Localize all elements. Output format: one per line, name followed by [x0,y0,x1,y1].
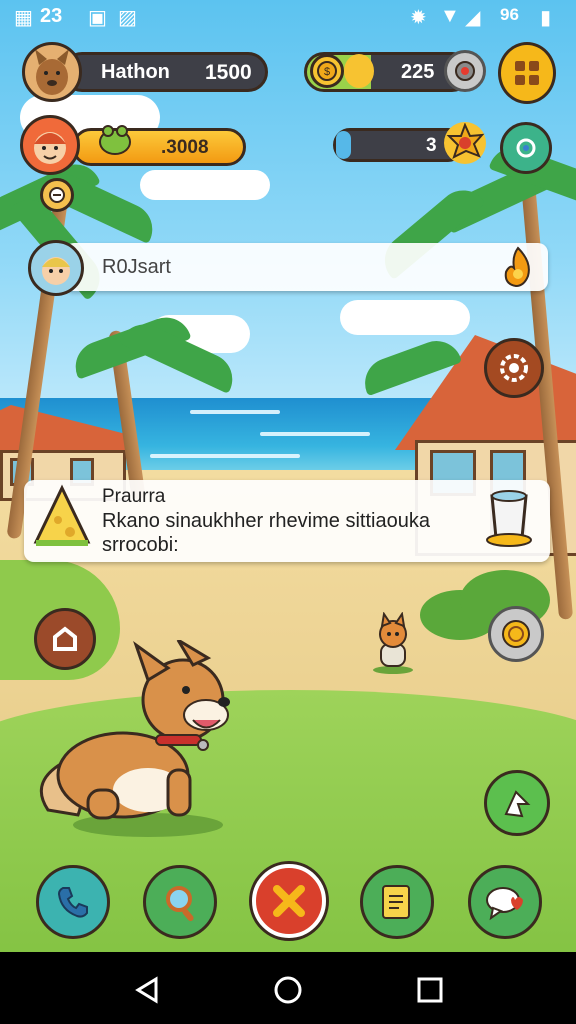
image-icon: ▨ [118,7,137,29]
signal-icon: ◢ [465,7,481,29]
sim-icon: ▦ [14,7,33,29]
notification-banner[interactable]: R0Jsart [64,243,548,291]
battery-icon: ▮ [540,7,552,29]
compass-icon[interactable] [40,178,74,212]
fox-character[interactable] [368,612,418,674]
progress-value: 3 [426,135,437,156]
cheese-icon [32,484,94,550]
gallery-icon: ▣ [88,7,107,29]
wifi-icon: ▼ [440,5,460,27]
gold-coin-button[interactable] [488,606,544,662]
recents-icon[interactable] [416,976,444,1004]
home-map-button[interactable] [34,608,96,670]
search-button[interactable] [143,865,217,939]
status-bar: ▦ 23 ▣ ▨ ✹ ▼ ◢ 96 ▮ [0,0,576,32]
player-score: 1500 [205,61,252,84]
dialog-line-2: srrocobi: [102,534,179,556]
notification-text: R0Jsart [102,256,171,278]
notification-avatar [28,240,84,296]
menu-grid-button[interactable] [498,42,556,104]
frog-icon [96,120,134,158]
share-button[interactable] [484,770,550,836]
dialog-box: Praurra Rkano sinaukhher rhevime sittiao… [24,480,550,562]
back-icon[interactable] [134,976,162,1004]
coin-stack-icon [344,54,374,88]
sun-badge-icon [444,122,486,164]
notes-button[interactable] [360,865,434,939]
battery-percent: 96 [500,5,519,24]
home-icon[interactable] [272,974,304,1006]
close-button[interactable] [252,864,326,938]
currency-amount: 225 [401,61,435,83]
player-panel: Hathon 1500 [62,52,268,92]
dog-pet[interactable] [28,640,238,840]
coin-icon: $ [310,54,344,88]
gear-badge-icon[interactable] [444,50,486,92]
companion-amount: .3008 [161,137,209,158]
settings-status-icon: ✹ [410,7,427,29]
status-time: 23 [40,5,63,27]
cup-icon[interactable] [480,488,536,550]
svg-text:$: $ [324,66,330,78]
companion-avatar[interactable] [20,115,80,175]
chat-button[interactable] [468,865,542,939]
system-nav-bar [0,952,576,1024]
player-name: Hathon [101,61,170,83]
progress-fill [336,131,352,159]
refresh-button[interactable] [500,122,552,174]
settings-gear-button[interactable] [484,338,544,398]
fire-icon [498,246,538,288]
cloud [140,170,270,200]
player-avatar[interactable] [22,42,82,102]
cloud [340,300,470,335]
phone-button[interactable] [36,865,110,939]
dialog-title: Praurra [102,486,166,507]
dialog-line-1: Rkano sinaukhher rhevime sittiaouka [102,510,430,532]
